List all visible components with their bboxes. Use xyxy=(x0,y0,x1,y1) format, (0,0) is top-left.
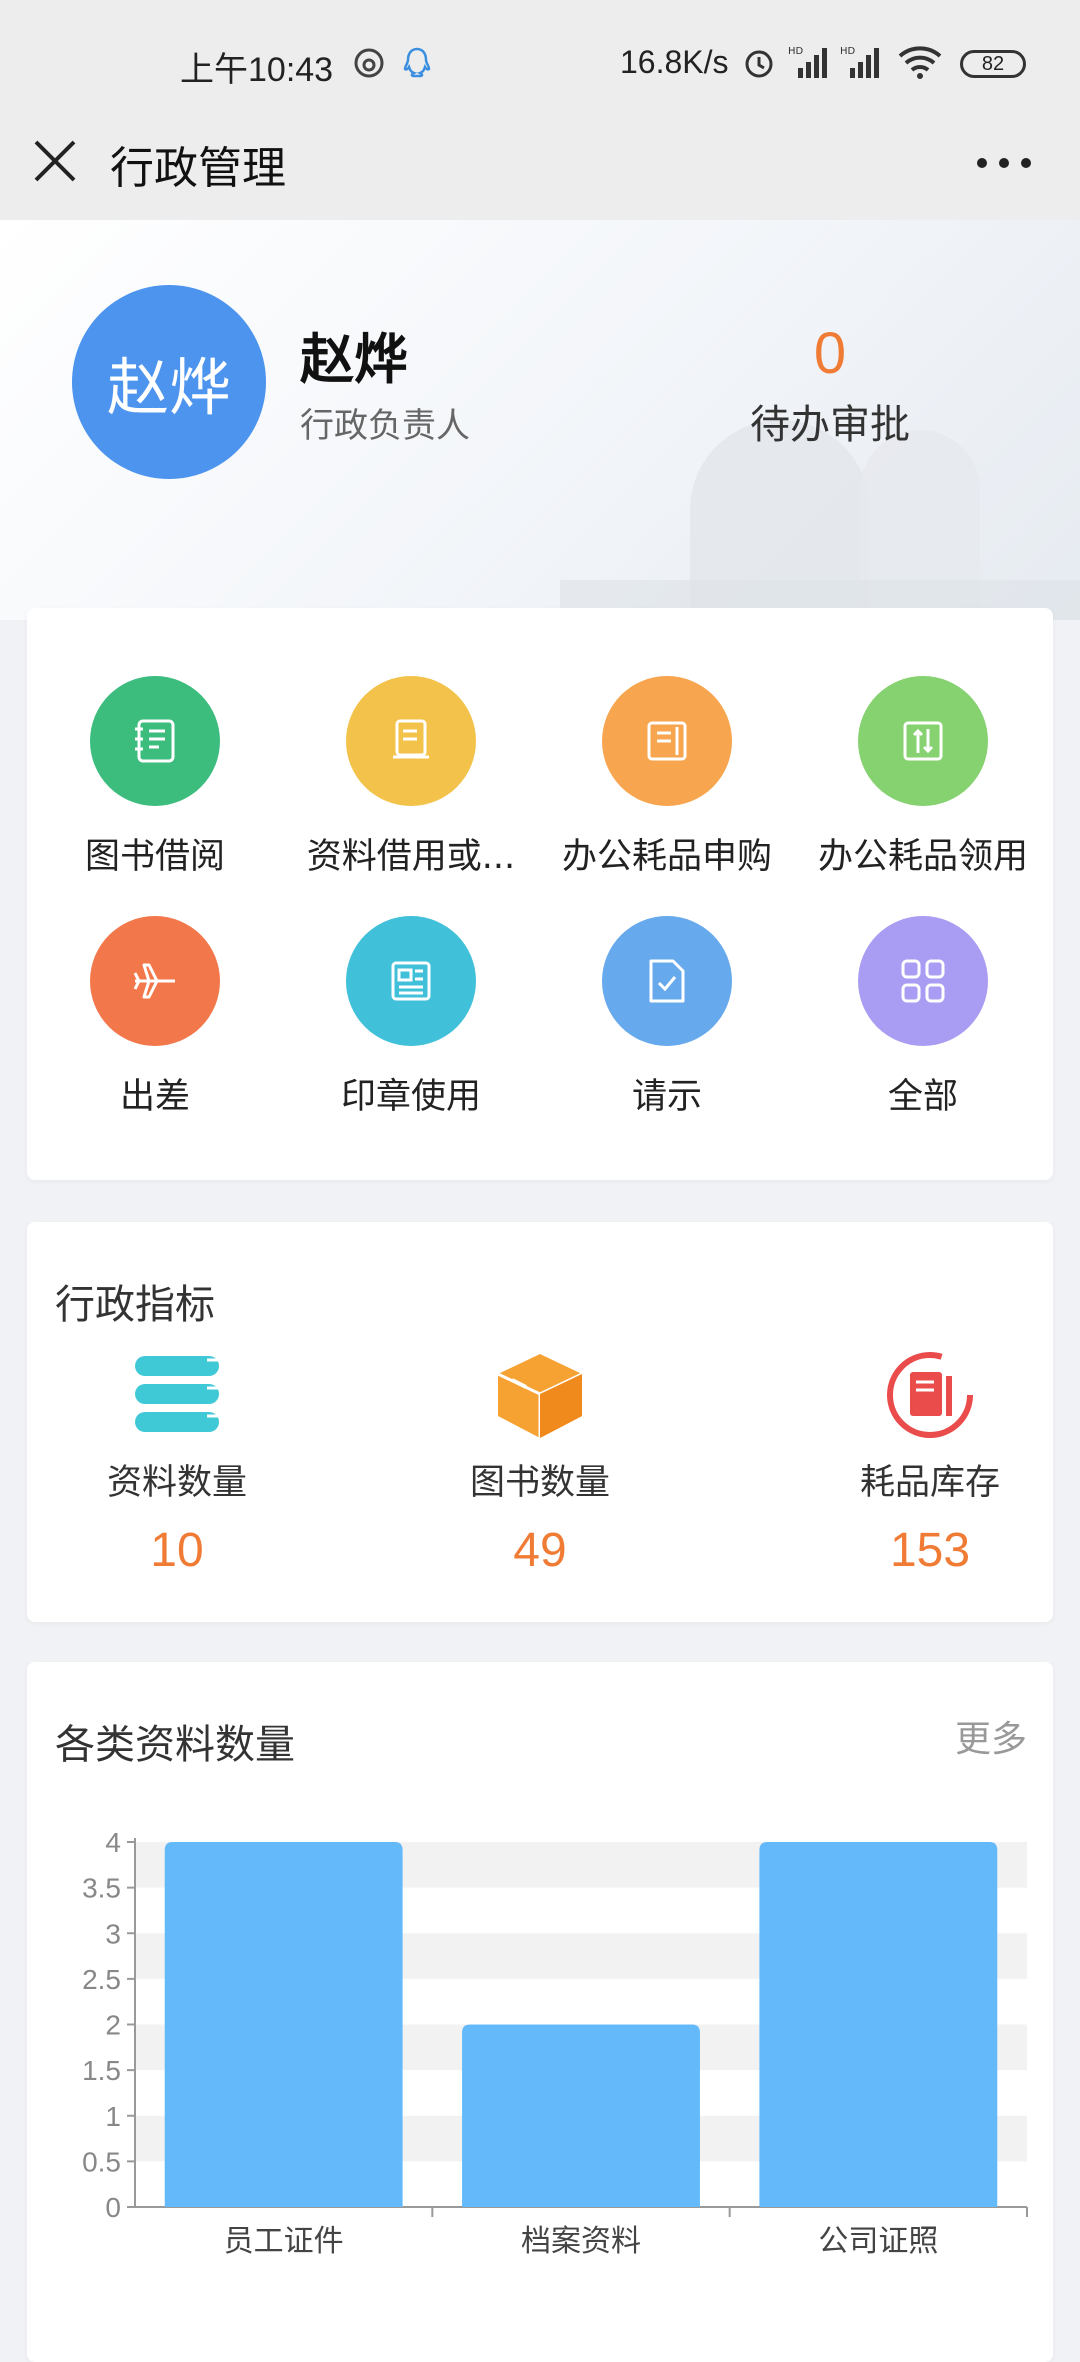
metric-value: 49 xyxy=(513,1524,567,1577)
svg-text:HD: HD xyxy=(788,46,804,57)
grid-icon xyxy=(858,916,988,1046)
status-time: 上午10:43 xyxy=(180,51,334,89)
y-tick-label: 3.5 xyxy=(82,1873,121,1904)
shortcut-label: 办公耗品申购 xyxy=(561,837,772,877)
profile-header: 赵烨 赵烨 行政负责人 0 待办审批 xyxy=(0,220,1080,620)
close-button[interactable] xyxy=(30,136,80,186)
metric-label: 图书数量 xyxy=(469,1463,610,1503)
metric-supplies-stock[interactable]: 耗品库存 153 xyxy=(800,1350,1060,1578)
pending-approval-count[interactable]: 0 xyxy=(750,320,910,387)
more-link[interactable]: 更多 xyxy=(955,1710,1027,1762)
shortcut-label: 办公耗品领用 xyxy=(817,837,1028,877)
shortcut-label: 资料借用或... xyxy=(306,837,516,877)
bar-chart: 0 0.5 1 1.5 2 2.5 3 3.5 4 员工证件 档案资料 公司证照 xyxy=(82,1827,1028,2259)
metric-value: 153 xyxy=(889,1524,971,1577)
y-tick-label: 0.5 xyxy=(82,2146,121,2177)
shortcut-supplies-claim[interactable]: 办公耗品领用 xyxy=(795,676,1051,879)
box-icon xyxy=(497,1354,583,1438)
shortcut-book-borrow[interactable]: 图书借阅 xyxy=(27,676,283,879)
metric-value: 10 xyxy=(150,1524,204,1577)
metric-books[interactable]: 图书数量 49 xyxy=(410,1350,670,1578)
metric-label: 耗品库存 xyxy=(859,1463,1000,1503)
svg-text:HD: HD xyxy=(840,46,856,57)
metrics-title: 行政指标 xyxy=(55,1282,215,1328)
y-tick-label: 4 xyxy=(105,1827,121,1858)
page-title: 行政管理 xyxy=(110,143,286,194)
transfer-icon xyxy=(858,676,988,806)
shortcut-label: 全部 xyxy=(887,1077,958,1117)
shortcut-material-borrow[interactable]: 资料借用或... xyxy=(283,676,539,879)
shortcut-label: 请示 xyxy=(631,1077,702,1117)
bar xyxy=(759,1842,998,2207)
more-options-button[interactable] xyxy=(970,138,1040,188)
document-tray-icon xyxy=(346,676,476,806)
signal-hd-1-icon: HD xyxy=(788,42,828,86)
battery-indicator: 82 xyxy=(960,50,1026,78)
shortcut-grid: 图书借阅 资料借用或... 办公耗品申购 办公耗品领用 出差 印章使用 请示 全… xyxy=(27,608,1053,1180)
pending-approval-label[interactable]: 待办审批 xyxy=(730,392,930,450)
bar xyxy=(164,1842,403,2207)
network-speed: 16.8K/s xyxy=(620,44,729,80)
check-document-icon xyxy=(602,916,732,1046)
y-tick-label: 2.5 xyxy=(82,1964,121,1995)
chart-title: 各类资料数量 xyxy=(55,1722,295,1768)
airplane-icon xyxy=(90,916,220,1046)
netease-icon xyxy=(352,46,386,84)
purchase-form-icon xyxy=(602,676,732,806)
shortcut-all[interactable]: 全部 xyxy=(795,916,1051,1119)
inventory-book-icon xyxy=(887,1352,973,1438)
avatar[interactable]: 赵烨 xyxy=(72,285,266,479)
shortcut-request[interactable]: 请示 xyxy=(539,916,795,1119)
book-icon xyxy=(90,676,220,806)
metric-label: 资料数量 xyxy=(106,1463,247,1503)
y-tick-label: 1.5 xyxy=(82,2055,121,2086)
signal-hd-2-icon: HD xyxy=(840,42,880,86)
y-tick-label: 3 xyxy=(105,1918,121,1949)
y-tick-label: 1 xyxy=(105,2101,121,2132)
shortcut-label: 出差 xyxy=(119,1077,190,1117)
qq-icon xyxy=(400,46,434,86)
x-tick-label: 员工证件 xyxy=(224,2224,344,2259)
more-dots-icon xyxy=(977,158,1031,168)
shortcut-business-trip[interactable]: 出差 xyxy=(27,916,283,1119)
x-tick-label: 档案资料 xyxy=(521,2224,641,2259)
alarm-icon xyxy=(742,46,776,84)
user-name: 赵烨 xyxy=(300,328,408,391)
material-count-chart-card: 各类资料数量 更多 0 0.5 1 1.5 2 2.5 3 3.5 4 员工证件 档案资料 公司证照 xyxy=(27,1662,1053,2362)
books-stack-icon xyxy=(135,1356,219,1432)
bar xyxy=(462,2024,700,2207)
close-icon xyxy=(34,140,76,182)
shortcut-supplies-purchase[interactable]: 办公耗品申购 xyxy=(539,676,795,879)
shortcut-label: 图书借阅 xyxy=(84,837,225,877)
y-tick-label: 2 xyxy=(105,2010,121,2041)
navigation-bar: 行政管理 xyxy=(0,110,1080,220)
wifi-icon xyxy=(898,44,942,84)
shortcut-label: 印章使用 xyxy=(340,1077,481,1117)
newspaper-icon xyxy=(346,916,476,1046)
admin-metrics-card: 行政指标 资料数量 10 图书数量 49 耗品库存 153 xyxy=(27,1222,1053,1622)
metric-materials[interactable]: 资料数量 10 xyxy=(47,1350,307,1578)
shortcut-seal-usage[interactable]: 印章使用 xyxy=(283,916,539,1119)
user-role: 行政负责人 xyxy=(300,406,470,446)
y-tick-label: 0 xyxy=(105,2192,121,2223)
x-tick-label: 公司证照 xyxy=(818,2224,938,2259)
